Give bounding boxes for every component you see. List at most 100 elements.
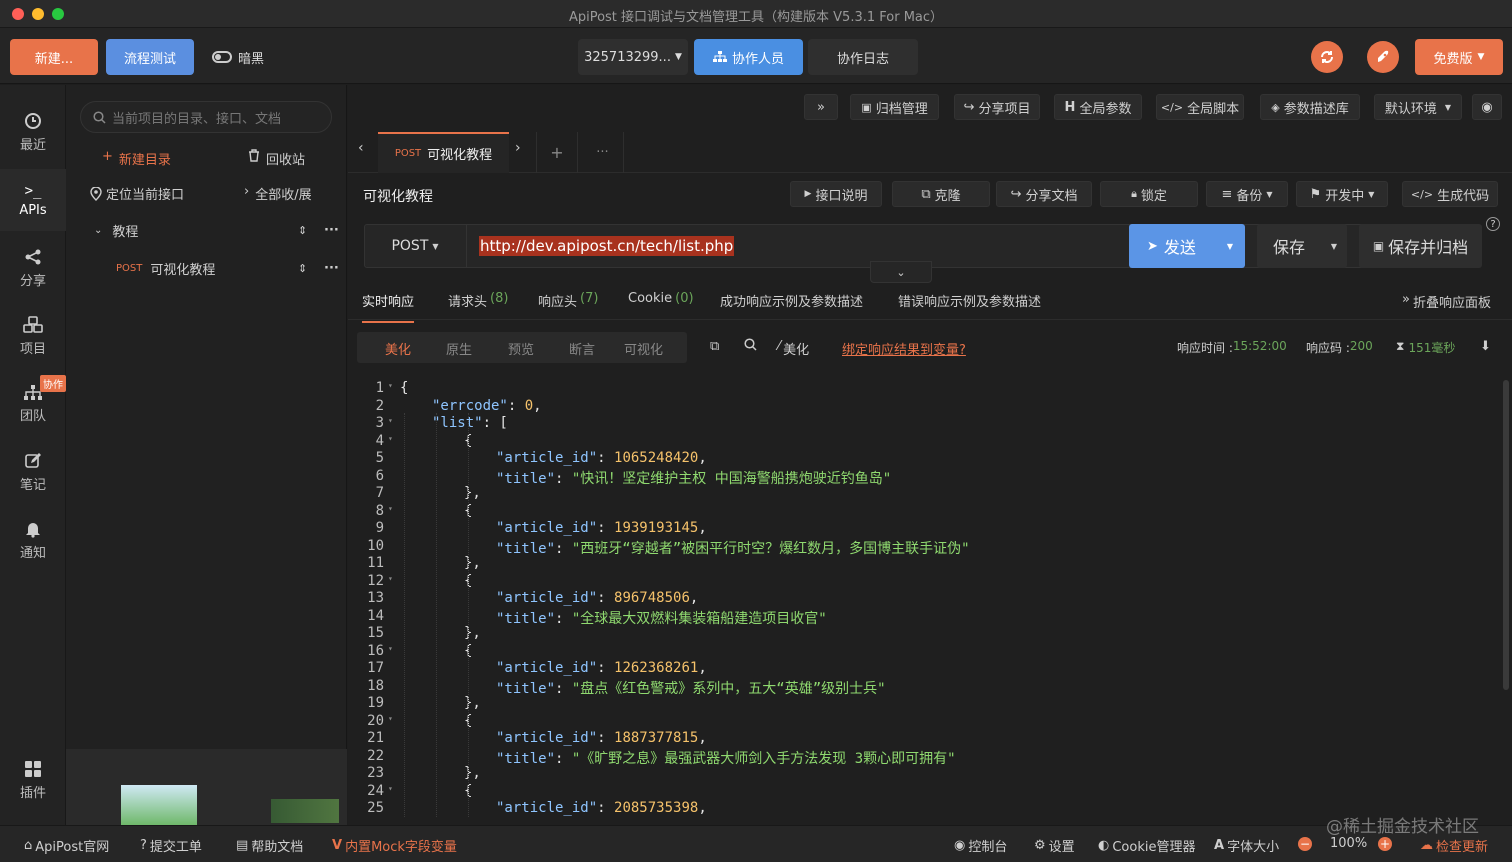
locate-current-button[interactable]: 定位当前接口: [90, 184, 184, 203]
url-input[interactable]: http://dev.apipost.cn/tech/list.php: [479, 235, 735, 257]
console-button[interactable]: ◉ 控制台: [954, 836, 1007, 855]
view-preview[interactable]: 预览: [508, 339, 534, 358]
json-number: 1262368261: [614, 660, 699, 676]
nav-apis[interactable]: >_ APIs: [0, 169, 66, 231]
fold-response-button[interactable]: » 折叠响应面板: [1402, 292, 1491, 311]
nav-project[interactable]: 项目: [0, 305, 66, 367]
nav-plugins[interactable]: 插件: [0, 749, 66, 811]
fold-toggle-icon[interactable]: ▾: [388, 434, 393, 443]
collaborators-button[interactable]: 协作人员: [694, 39, 803, 75]
lock-button[interactable]: 🔒︎ 锁定: [1100, 181, 1198, 207]
view-raw[interactable]: 原生: [446, 339, 472, 358]
collapse-url-button[interactable]: ⌄: [870, 261, 932, 283]
resp-tab-req-headers[interactable]: 请求头 (8): [448, 291, 508, 310]
fold-toggle-icon[interactable]: ▾: [388, 714, 393, 723]
fold-toggle-icon[interactable]: ▾: [388, 644, 393, 653]
check-update-button[interactable]: ☁ 检查更新: [1420, 836, 1488, 855]
project-selector[interactable]: 325713299... ▼: [578, 39, 688, 75]
tab-more-button[interactable]: ···: [582, 132, 624, 173]
settings-button[interactable]: ⚙ 设置: [1034, 836, 1075, 855]
nav-label: 通知: [19, 545, 46, 561]
send-button[interactable]: ➤ 发送 ▼: [1129, 224, 1245, 268]
beautify-button[interactable]: ⁄ 美化: [778, 339, 809, 358]
backup-button[interactable]: ≡ 备份 ▼: [1206, 181, 1288, 207]
ad-banner[interactable]: [66, 749, 347, 825]
tab-visual-tutorial[interactable]: POST 可视化教程: [378, 132, 509, 173]
copy-icon[interactable]: ⧉: [710, 339, 719, 354]
json-punct: :: [555, 540, 572, 557]
view-beautify[interactable]: 美化: [385, 339, 411, 358]
sync-button[interactable]: [1311, 41, 1343, 73]
new-folder-button[interactable]: + 新建目录: [102, 149, 171, 168]
resp-tab-error-example[interactable]: 错误响应示例及参数描述: [898, 291, 1041, 310]
resp-tab-cookie[interactable]: Cookie (0): [628, 291, 694, 306]
line-number: 6: [375, 467, 384, 484]
download-icon[interactable]: ⬇: [1480, 339, 1491, 354]
tab-scroll-right-icon[interactable]: ›: [515, 140, 521, 156]
bind-variable-link[interactable]: 绑定响应结果到变量?: [842, 339, 966, 358]
update-label: 检查更新: [1436, 840, 1489, 855]
global-script-button[interactable]: </> 全局脚本: [1156, 94, 1244, 120]
mock-fields-link[interactable]: V 内置Mock字段变量: [332, 836, 457, 855]
view-assert[interactable]: 断言: [569, 339, 595, 358]
response-code-editor[interactable]: 1 ▾{2 "errcode": 0, 3 ▾ "list": [4 ▾{5 "article…: [348, 378, 1498, 818]
line-number: 20: [367, 712, 384, 729]
flow-test-button[interactable]: 流程测试: [106, 39, 194, 75]
param-desc-library-button[interactable]: ◈ 参数描述库: [1260, 94, 1360, 120]
submit-ticket-link[interactable]: ? 提交工单: [140, 836, 202, 855]
share-project-button[interactable]: ↪ 分享项目: [954, 94, 1040, 120]
new-button[interactable]: 新建...: [10, 39, 98, 75]
nav-team[interactable]: 团队 协作: [0, 373, 66, 435]
generate-code-button[interactable]: </> 生成代码: [1402, 181, 1498, 207]
caret-down-icon: ▼: [1330, 241, 1337, 251]
resp-tab-label: 成功响应示例及参数描述: [720, 295, 864, 310]
search-icon[interactable]: [744, 338, 757, 355]
fold-toggle-icon[interactable]: ▾: [388, 504, 393, 513]
fold-toggle-icon[interactable]: ▾: [388, 381, 393, 390]
console-label: 控制台: [968, 840, 1008, 855]
fold-toggle-icon[interactable]: ▾: [388, 416, 393, 425]
visibility-button[interactable]: ◉: [1472, 94, 1502, 120]
fold-toggle-icon[interactable]: ▾: [388, 574, 393, 583]
help-docs-link[interactable]: ▤ 帮助文档: [236, 836, 303, 855]
caret-down-icon: ▼: [1368, 189, 1375, 199]
nav-notes[interactable]: 笔记: [0, 441, 66, 503]
environment-select[interactable]: 默认环境 ▼: [1374, 94, 1462, 120]
status-select[interactable]: ⚑ 开发中 ▼: [1296, 181, 1388, 207]
nav-share[interactable]: 分享: [0, 237, 66, 299]
collab-log-button[interactable]: 协作日志: [808, 39, 918, 75]
view-visualize[interactable]: 可视化: [624, 339, 663, 358]
resp-tab-resp-headers[interactable]: 响应头 (7): [538, 291, 598, 310]
collapse-all-button[interactable]: › 全部收/展: [244, 184, 312, 203]
save-button[interactable]: 保存 ▼: [1257, 224, 1347, 268]
tree-search-box[interactable]: 当前项目的目录、接口、文档: [80, 101, 332, 133]
help-icon[interactable]: ?: [1486, 217, 1500, 231]
official-site-link[interactable]: ⌂ ApiPost官网: [24, 836, 109, 855]
resp-tab-realtime[interactable]: 实时响应: [362, 291, 415, 323]
nav-recent[interactable]: 最近: [0, 101, 66, 163]
clone-button[interactable]: ⧉ 克隆: [892, 181, 990, 207]
dark-mode-toggle[interactable]: 暗黑: [212, 46, 272, 68]
zoom-out-button[interactable]: −: [1298, 837, 1312, 851]
editor-scrollbar[interactable]: [1503, 380, 1509, 690]
archive-button[interactable]: ▣ 归档管理: [850, 94, 939, 120]
api-desc-button[interactable]: ▶ 接口说明: [790, 181, 882, 207]
tree-folder-tutorial[interactable]: ⌄ 教程 ⇕ ···: [94, 221, 339, 240]
rocket-button[interactable]: [1367, 41, 1399, 73]
free-version-button[interactable]: 免费版 ▼: [1415, 39, 1503, 75]
recycle-bin-button[interactable]: 回收站: [248, 149, 305, 168]
nav-notifications[interactable]: 通知: [0, 509, 66, 571]
tree-item-visual-tutorial[interactable]: POST 可视化教程 ⇕ ···: [116, 259, 339, 278]
add-tab-button[interactable]: +: [536, 132, 578, 173]
zoom-in-button[interactable]: +: [1378, 837, 1392, 851]
global-params-button[interactable]: H 全局参数: [1054, 94, 1142, 120]
project-id: 325713299...: [584, 49, 671, 65]
fold-toggle-icon[interactable]: ▾: [388, 784, 393, 793]
method-select[interactable]: POST ▼: [364, 224, 467, 268]
cookie-manager-button[interactable]: ◐ Cookie管理器: [1098, 836, 1195, 855]
expand-button[interactable]: »: [804, 94, 838, 120]
resp-tab-success-example[interactable]: 成功响应示例及参数描述: [720, 291, 863, 310]
share-doc-button[interactable]: ↪ 分享文档: [996, 181, 1092, 207]
tab-scroll-left-icon[interactable]: ‹: [358, 140, 364, 156]
save-archive-button[interactable]: ▣ 保存并归档: [1359, 224, 1482, 268]
